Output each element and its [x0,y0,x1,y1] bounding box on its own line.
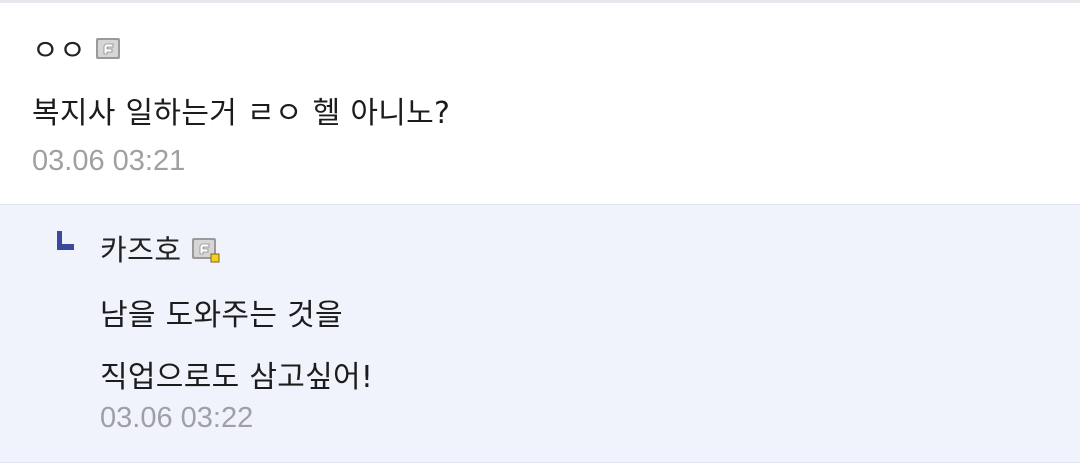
reply-body: 남을 도와주는 것을 직업으로도 삼고싶어! [100,298,374,395]
fixed-nick-manager-icon [190,234,220,263]
fixed-nick-icon [94,34,122,62]
reply-arrow-icon [56,231,74,251]
reply-author-row: 카즈호 [100,227,220,269]
comment-author-name[interactable]: ㅇㅇ [32,27,86,69]
comment-item: ㅇㅇ 복지사 일하는거 ㄹㅇ 헬 아니노? 03.06 03:21 [0,3,1080,205]
comment-body: 복지사 일하는거 ㄹㅇ 헬 아니노? [32,96,451,131]
reply-author-name[interactable]: 카즈호 [100,227,182,269]
comment-author-row: ㅇㅇ [32,27,122,69]
reply-timestamp: 03.06 03:22 [100,402,254,434]
reply-item: 카즈호 남을 도와주는 것을 직업으로도 삼고싶어! 03.06 03:22 [0,205,1080,463]
comment-timestamp: 03.06 03:21 [32,145,186,177]
